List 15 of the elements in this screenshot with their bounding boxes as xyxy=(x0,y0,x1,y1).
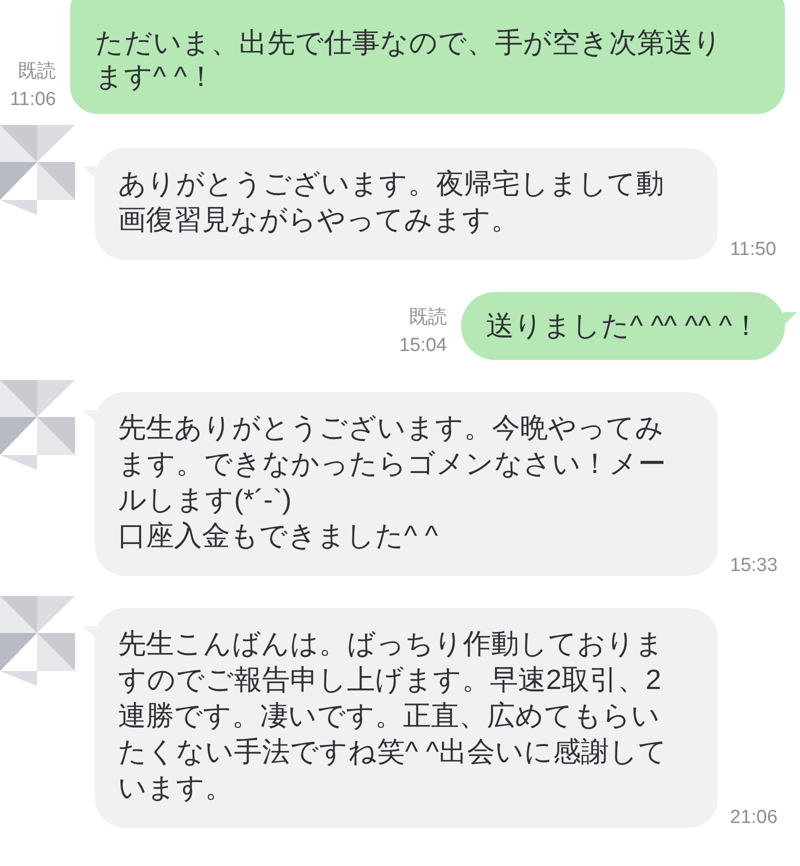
read-receipt: 既読 xyxy=(408,306,447,330)
read-receipt: 既読 xyxy=(18,60,56,84)
timestamp: 21:06 xyxy=(730,807,778,828)
avatar-icon xyxy=(0,596,75,686)
timestamp: 11:50 xyxy=(730,239,776,260)
message-text: ありがとうございます。夜帰宅しまして動 画復習見ながらやってみます。 xyxy=(118,167,665,237)
timestamp: 11:06 xyxy=(10,88,56,112)
message-text: 先生ありがとうございます。今晩やってみ ます。できなかったらゴメンなさい！メー ルします(*´-`) 口座入金もできました^ ^ xyxy=(118,411,667,553)
avatar-icon xyxy=(0,125,75,215)
message-text: 先生こんばんは。ばっちり作動しておりま すのでご報告申し上げます。早速2取引、2 連勝です。凄いです。正直、広めてもらい たくない手法ですね笑^ ^出会いに感謝して います。 xyxy=(118,627,668,805)
message-text: 送りました^ ^^ ^^ ^！ xyxy=(486,309,760,343)
message-text: ただいま、出先で仕事なので、手が空き次第送り ます^ ^！ xyxy=(95,26,723,94)
avatar-icon xyxy=(0,380,75,470)
timestamp: 15:04 xyxy=(399,334,447,358)
timestamp: 15:33 xyxy=(730,555,778,576)
